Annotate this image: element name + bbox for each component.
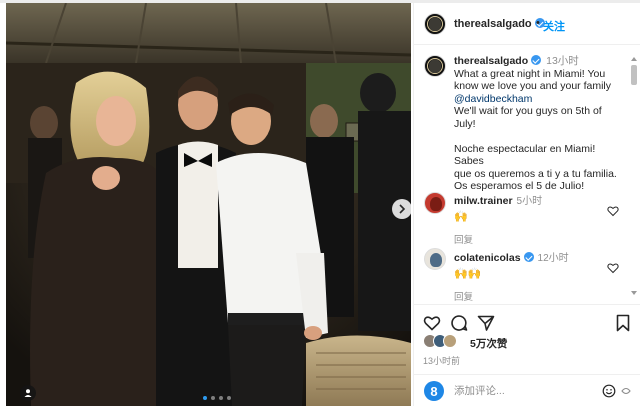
person-tag-button[interactable]: [20, 385, 36, 401]
instagram-post-dialog: therealsalgado • 关注 therealsalgado 13小时 W…: [0, 0, 640, 410]
bookmark-icon[interactable]: [614, 314, 632, 332]
comment-avatar[interactable]: [424, 248, 446, 270]
comment-body: 🙌: [454, 211, 468, 223]
carousel-dot: [219, 396, 223, 400]
caption-line: We'll wait for you guys on 5th of: [454, 105, 602, 118]
scroll-down-arrow-icon[interactable]: [631, 291, 637, 295]
caption-author-avatar[interactable]: [424, 55, 446, 77]
comment-input[interactable]: [454, 383, 594, 399]
comment-composer: 8: [414, 374, 640, 406]
liker-avatars[interactable]: [423, 334, 457, 348]
verified-badge-icon: [531, 55, 542, 65]
comment-item: milw.trainer 5小时 🙌 回复: [454, 192, 624, 246]
comment-username[interactable]: milw.trainer: [454, 195, 513, 207]
carousel-dot: [227, 396, 231, 400]
chevron-right-icon: [399, 204, 406, 214]
caption-header-line: therealsalgado 13小时: [454, 55, 624, 68]
author-username-link[interactable]: therealsalgado: [454, 18, 545, 30]
comment-header: milw.trainer 5小时: [454, 192, 624, 207]
comment-like-heart-icon[interactable]: [607, 205, 619, 217]
caption-mention-link[interactable]: @davidbeckham: [454, 93, 624, 106]
caption-line: What a great night in Miami! You: [454, 67, 606, 80]
caption-line: que os queremos a ti y a tu familia.: [454, 167, 617, 180]
carousel-next-button[interactable]: [392, 199, 411, 219]
scroll-thumb[interactable]: [631, 65, 637, 85]
scroll-up-arrow-icon[interactable]: [631, 57, 637, 61]
follow-button[interactable]: 关注: [543, 18, 565, 34]
heart-icon[interactable]: [423, 314, 441, 332]
current-user-avatar: 8: [424, 381, 444, 401]
person-tag-icon: [24, 389, 32, 397]
avatar-figure: [430, 197, 442, 211]
post-actions: 5万次赞 13小时前: [414, 304, 640, 374]
carousel-dot: [211, 396, 215, 400]
caption-line: Noche espectacular en Miami! Sabes: [454, 142, 596, 168]
comment-time: 12小时: [537, 253, 569, 264]
post-timestamp: 13小时前: [423, 356, 461, 366]
caption-line: July!: [454, 117, 476, 130]
avatar-figure: [429, 59, 441, 73]
post-comment-icon[interactable]: [620, 385, 632, 397]
emoji-icon[interactable]: [602, 384, 616, 398]
comment-header: colatenicolas 12小时: [454, 249, 624, 264]
post-side-panel: therealsalgado • 关注 therealsalgado 13小时 W…: [413, 3, 640, 406]
avatar-figure: [429, 17, 441, 31]
author-username[interactable]: therealsalgado: [454, 18, 532, 30]
comment-item: colatenicolas 12小时 🙌🙌 回复: [454, 249, 624, 303]
comments-scrollbar[interactable]: [630, 57, 638, 297]
liker-avatar: [443, 334, 457, 348]
comment-body: 🙌🙌: [454, 268, 482, 280]
photo-illustration: [6, 3, 411, 406]
separator-dot: •: [536, 17, 540, 29]
caption-username[interactable]: therealsalgado: [454, 55, 528, 67]
comment-reply-button[interactable]: 回复: [454, 232, 624, 246]
comment-avatar[interactable]: [424, 192, 446, 214]
caption-time: 13小时: [546, 55, 579, 67]
post-photo[interactable]: [6, 3, 411, 406]
verified-badge-icon: [523, 252, 534, 262]
comment-username[interactable]: colatenicolas: [454, 252, 521, 264]
comment-like-heart-icon[interactable]: [607, 262, 619, 274]
caption-line: know we love you and your family: [454, 80, 611, 93]
share-icon[interactable]: [477, 314, 495, 332]
post-caption: therealsalgado 13小时 What a great night in…: [454, 55, 624, 193]
comment-icon[interactable]: [450, 314, 468, 332]
post-header: therealsalgado • 关注: [414, 3, 640, 45]
author-avatar[interactable]: [424, 13, 446, 35]
likes-count[interactable]: 5万次赞: [470, 336, 507, 351]
carousel-dot: [203, 396, 207, 400]
avatar-figure: [430, 253, 442, 267]
comment-time: 5小时: [516, 196, 543, 207]
comment-reply-button[interactable]: 回复: [454, 289, 624, 303]
carousel-indicator: [203, 396, 231, 400]
